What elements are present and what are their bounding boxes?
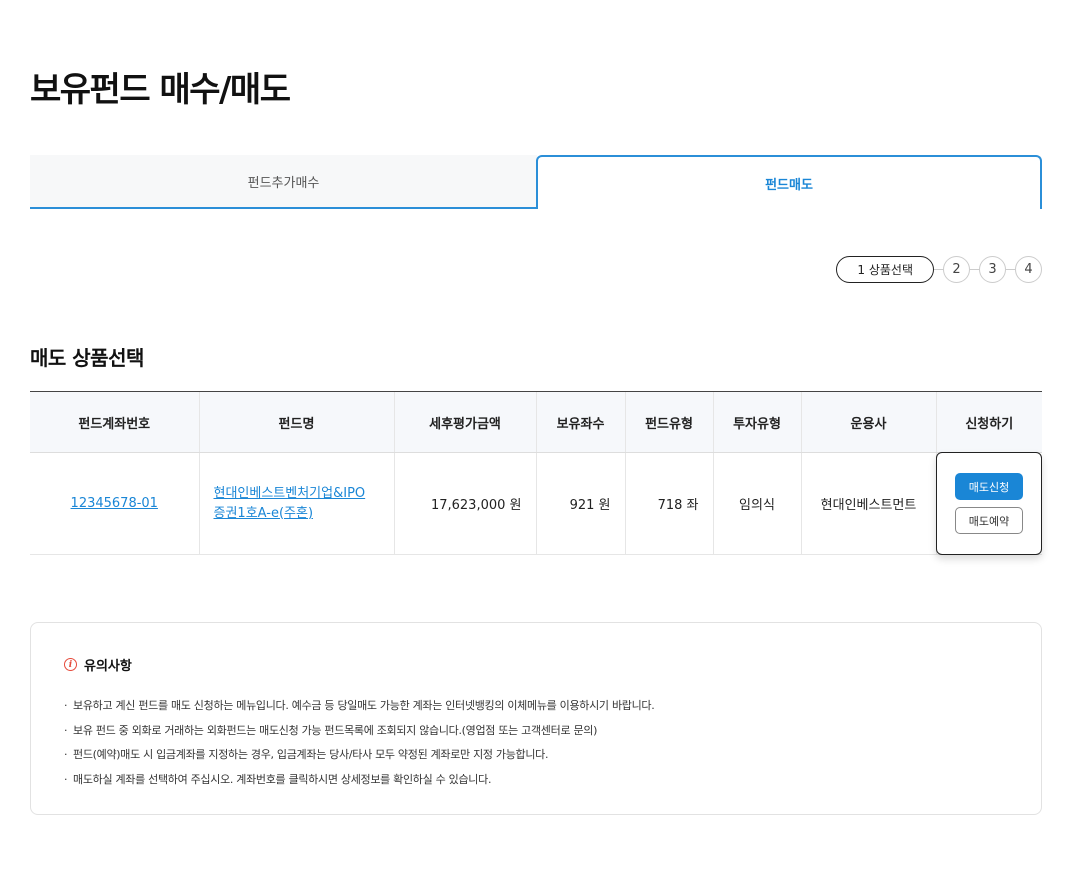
header-holding-units: 보유좌수 <box>535 391 625 453</box>
cell-fund-name: 현대인베스트벤처기업&IPO 증권1호A-e(주혼) <box>198 452 394 555</box>
notice-header: i 유의사항 <box>64 655 1008 674</box>
account-number-link[interactable]: 12345678-01 <box>71 496 158 511</box>
fund-name-line2: 증권1호A-e(주혼) <box>213 505 314 521</box>
header-fund-type: 펀드유형 <box>624 391 713 453</box>
cell-account: 12345678-01 <box>30 452 199 555</box>
header-manager: 운용사 <box>800 391 936 453</box>
cell-fund-type: 718 좌 <box>624 452 713 555</box>
notice-item: 매도하실 계좌를 선택하여 주십시오. 계좌번호를 클릭하시면 상세정보를 확인… <box>64 768 1008 793</box>
notice-title: 유의사항 <box>84 659 132 674</box>
header-account: 펀드계좌번호 <box>30 391 199 453</box>
step-2: 2 <box>943 256 970 283</box>
step-3: 3 <box>979 256 1006 283</box>
tab-additional-buy[interactable]: 펀드추가매수 <box>30 155 537 209</box>
table-row: 12345678-01 현대인베스트벤처기업&IPO 증권1호A-e(주혼) 17… <box>30 452 1042 555</box>
cell-invest-type: 임의식 <box>712 452 801 555</box>
cell-after-tax-value: 17,623,000 원 <box>393 452 536 555</box>
table-header-row: 펀드계좌번호 펀드명 세후평가금액 보유좌수 펀드유형 투자유형 운용사 신청하… <box>30 391 1042 453</box>
sell-reserve-button[interactable]: 매도예약 <box>955 507 1023 534</box>
header-after-tax-value: 세후평가금액 <box>393 391 536 453</box>
page-title: 보유펀드 매수/매도 <box>30 70 291 110</box>
fund-name-line1: 현대인베스트벤처기업&IPO <box>213 485 366 501</box>
notice-item: 보유 펀드 중 외화로 거래하는 외화펀드는 매도신청 가능 펀드목록에 조회되… <box>64 719 1008 744</box>
section-title: 매도 상품선택 <box>30 346 144 370</box>
cell-holding-units: 921 원 <box>535 452 625 555</box>
action-popover: 매도신청 매도예약 <box>936 452 1042 555</box>
step-current: 1 상품선택 <box>836 256 934 283</box>
fund-name-link[interactable]: 현대인베스트벤처기업&IPO 증권1호A-e(주혼) <box>214 486 366 521</box>
header-apply: 신청하기 <box>935 391 1042 453</box>
info-icon: i <box>64 658 77 671</box>
notice-item: 펀드(예약)매도 시 입금계좌를 지정하는 경우, 입금계좌는 당사/타사 모두… <box>64 743 1008 768</box>
fund-table-wrapper: 펀드계좌번호 펀드명 세후평가금액 보유좌수 펀드유형 투자유형 운용사 신청하… <box>30 391 1042 555</box>
notice-list: 보유하고 계신 펀드를 매도 신청하는 메뉴입니다. 예수금 등 당일매도 가능… <box>64 694 1008 792</box>
header-fund-name: 펀드명 <box>198 391 394 453</box>
step-connector <box>934 269 943 270</box>
notice-box: i 유의사항 보유하고 계신 펀드를 매도 신청하는 메뉴입니다. 예수금 등 … <box>30 622 1042 815</box>
cell-manager: 현대인베스트먼트 <box>800 452 936 555</box>
header-invest-type: 투자유형 <box>712 391 801 453</box>
step-indicator: 1 상품선택 2 3 4 <box>836 256 1042 283</box>
fund-table: 펀드계좌번호 펀드명 세후평가금액 보유좌수 펀드유형 투자유형 운용사 신청하… <box>30 391 1042 555</box>
notice-item: 보유하고 계신 펀드를 매도 신청하는 메뉴입니다. 예수금 등 당일매도 가능… <box>64 694 1008 719</box>
sell-request-button[interactable]: 매도신청 <box>955 473 1023 500</box>
step-connector <box>970 269 979 270</box>
tab-bar: 펀드추가매수 펀드매도 <box>30 155 1042 209</box>
step-connector <box>1006 269 1015 270</box>
step-4: 4 <box>1015 256 1042 283</box>
tab-fund-sell[interactable]: 펀드매도 <box>536 155 1042 209</box>
